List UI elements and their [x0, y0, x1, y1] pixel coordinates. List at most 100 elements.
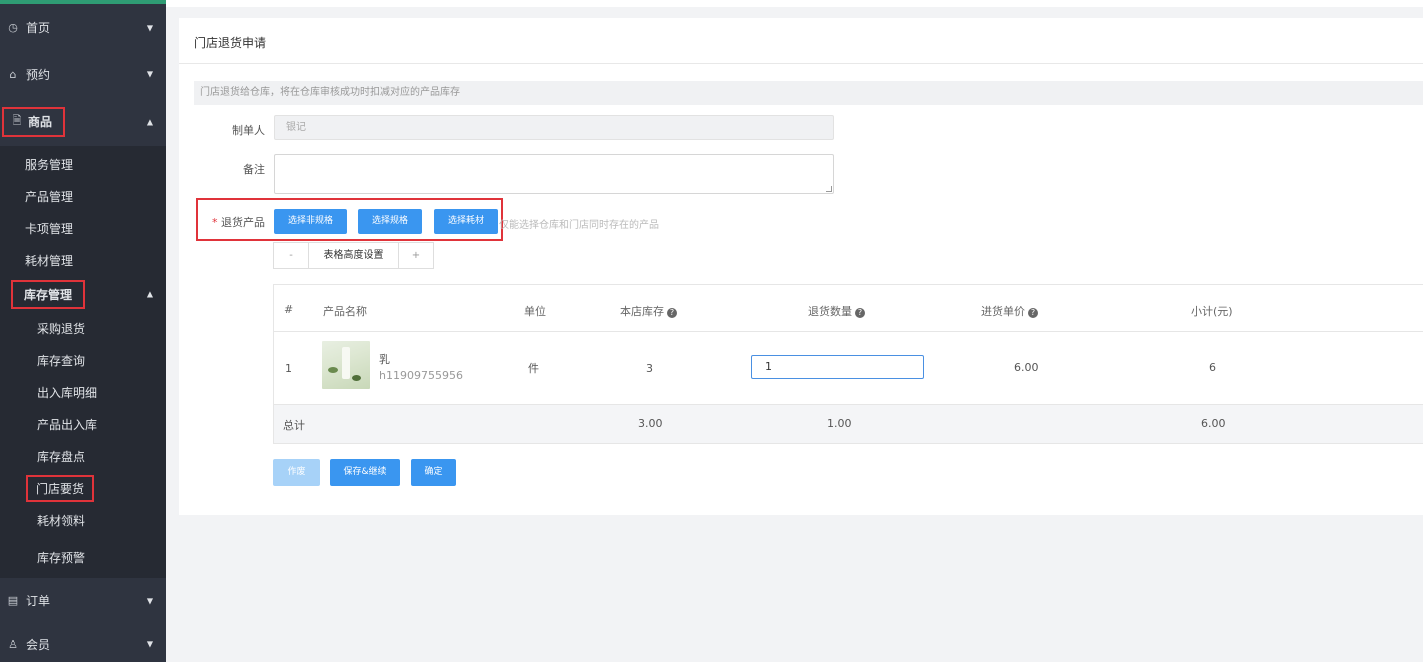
- row-subtotal: 6: [1209, 361, 1216, 374]
- help-icon[interactable]: ?: [855, 308, 865, 318]
- table-row: 1 乳 h11909755956 件 3 1 6.00 6: [274, 332, 1423, 405]
- sidebar-item-label: 服务管理: [25, 157, 74, 172]
- select-material-button[interactable]: 选择耗材: [434, 209, 498, 234]
- sidebar-item-stocktake[interactable]: 库存盘点: [0, 440, 166, 472]
- confirm-button[interactable]: 确定: [411, 459, 456, 486]
- notice-bar: 门店退货给仓库，将在仓库审核成功时扣减对应的产品库存: [194, 81, 1423, 105]
- thumbnail-tube: [342, 347, 350, 379]
- th-stock: 本店库存?: [620, 303, 677, 319]
- th-price-label: 进货单价: [981, 305, 1025, 318]
- row-product-code: h11909755956: [379, 369, 463, 382]
- th-price: 进货单价?: [981, 303, 1038, 319]
- table-total-row: 总计 3.00 1.00 6.00: [274, 405, 1423, 444]
- sidebar-item-label: 卡项管理: [25, 221, 74, 236]
- chevron-down-icon: ▼: [146, 596, 153, 605]
- sidebar: ◷ 首页 ▼ ⌂ 预约 ▼ 🗎 商品 ▲ 服务管理 产品管理 卡项管理 耗材管理…: [0, 0, 166, 662]
- nav-home-label: 首页: [26, 21, 51, 35]
- sidebar-item-label: 库存盘点: [37, 449, 86, 464]
- total-return-qty: 1.00: [827, 417, 852, 430]
- sidebar-item-stock-alert[interactable]: 库存预警: [0, 536, 166, 578]
- sidebar-item-label: 耗材领料: [37, 513, 86, 528]
- row-price: 6.00: [1014, 361, 1039, 374]
- remark-textarea[interactable]: [274, 154, 834, 194]
- nav-booking[interactable]: ⌂ 预约 ▼: [0, 51, 166, 97]
- resize-grip[interactable]: [826, 186, 832, 192]
- chevron-down-icon: ▼: [146, 69, 153, 79]
- thumbnail-leaf: [328, 367, 338, 373]
- chevron-down-icon: ▼: [146, 639, 153, 649]
- th-no: #: [284, 303, 294, 316]
- goods-submenu: 服务管理 产品管理 卡项管理 耗材管理 库存管理 ▲ 采购退货 库存查询 出入库…: [0, 146, 166, 578]
- save-continue-button[interactable]: 保存&继续: [330, 459, 400, 486]
- th-stock-label: 本店库存: [620, 305, 664, 318]
- sidebar-item-product[interactable]: 产品管理: [0, 180, 166, 212]
- nav-goods-label: 商品: [28, 115, 53, 129]
- table-height-control: - 表格高度设置 +: [273, 242, 434, 269]
- sidebar-item-in-out-detail[interactable]: 出入库明细: [0, 376, 166, 408]
- help-icon[interactable]: ?: [667, 308, 677, 318]
- th-unit: 单位: [524, 305, 546, 318]
- thumbnail-leaf: [352, 375, 361, 381]
- nav-members[interactable]: ♙ 会员 ▼: [0, 623, 166, 662]
- nav-home[interactable]: ◷ 首页 ▼: [0, 4, 166, 51]
- nav-booking-label: 预约: [26, 67, 51, 82]
- sidebar-item-label: 库存预警: [37, 550, 86, 565]
- dashboard-icon: ◷: [8, 21, 18, 34]
- total-stock: 3.00: [638, 417, 663, 430]
- th-return-qty: 退货数量?: [808, 303, 865, 319]
- return-product-label: * 退货产品: [195, 214, 265, 230]
- top-strip: [166, 0, 1423, 7]
- sidebar-item-material-pick[interactable]: 耗材领料: [0, 504, 166, 536]
- nav-orders[interactable]: ▤ 订单 ▼: [0, 578, 166, 623]
- row-product-name: 乳: [379, 353, 390, 366]
- product-thumbnail: [322, 341, 370, 389]
- sidebar-item-inventory[interactable]: 库存管理 ▲: [0, 276, 166, 312]
- table-header: # 产品名称 单位 本店库存? 退货数量? 进货单价? 小计(元): [274, 285, 1423, 332]
- document-icon: 🗎: [12, 114, 22, 127]
- sidebar-item-material[interactable]: 耗材管理: [0, 244, 166, 276]
- select-spec-button[interactable]: 选择规格: [358, 209, 422, 234]
- nav-orders-label: 订单: [26, 594, 51, 608]
- sidebar-item-label: 库存查询: [37, 353, 86, 368]
- nav-goods[interactable]: 🗎 商品 ▲: [0, 97, 166, 146]
- help-icon[interactable]: ?: [1028, 308, 1038, 318]
- highlight-box-inventory: 库存管理: [11, 279, 86, 309]
- creator-label: 制单人: [232, 124, 265, 137]
- table-height-plus-button[interactable]: +: [399, 243, 433, 268]
- return-qty-input[interactable]: 1: [751, 355, 924, 379]
- chevron-up-icon: ▲: [146, 289, 153, 299]
- row-unit: 件: [528, 362, 539, 375]
- th-name: 产品名称: [323, 305, 367, 318]
- sidebar-item-product-in-out[interactable]: 产品出入库: [0, 408, 166, 440]
- chevron-up-icon: ▲: [146, 117, 153, 126]
- sidebar-item-store-request[interactable]: 门店要货: [0, 472, 166, 504]
- th-subtotal: 小计(元): [1191, 305, 1233, 318]
- table-height-label: 表格高度设置: [308, 243, 399, 268]
- void-button[interactable]: 作废: [273, 459, 320, 486]
- sidebar-item-service[interactable]: 服务管理: [0, 148, 166, 180]
- select-non-spec-button[interactable]: 选择非规格: [274, 209, 347, 234]
- total-subtotal: 6.00: [1201, 417, 1226, 430]
- highlight-box-store-request: 门店要货: [26, 474, 95, 502]
- chevron-down-icon: ▼: [146, 23, 153, 32]
- return-product-label-text: 退货产品: [221, 216, 265, 229]
- sidebar-item-purchase-return[interactable]: 采购退货: [0, 312, 166, 344]
- sidebar-item-card[interactable]: 卡项管理: [0, 212, 166, 244]
- sidebar-item-stock-query[interactable]: 库存查询: [0, 344, 166, 376]
- sidebar-item-label: 耗材管理: [25, 253, 74, 268]
- total-label: 总计: [283, 419, 305, 432]
- table-height-minus-button[interactable]: -: [274, 243, 308, 268]
- select-hint: 仅能选择仓库和门店同时存在的产品: [499, 220, 659, 231]
- nav-members-label: 会员: [26, 637, 51, 652]
- row-stock: 3: [646, 362, 653, 375]
- required-mark: *: [212, 216, 218, 229]
- creator-field: 银记: [274, 115, 834, 140]
- row-no: 1: [285, 362, 292, 375]
- title-divider: [179, 63, 1423, 64]
- user-icon: ♙: [8, 637, 18, 651]
- highlight-box-goods: 🗎 商品: [2, 106, 65, 137]
- product-table: # 产品名称 单位 本店库存? 退货数量? 进货单价? 小计(元) 1 乳 h1…: [273, 284, 1423, 444]
- sidebar-item-label: 产品出入库: [37, 417, 98, 432]
- home-icon: ⌂: [9, 67, 17, 81]
- page-title: 门店退货申请: [194, 36, 267, 50]
